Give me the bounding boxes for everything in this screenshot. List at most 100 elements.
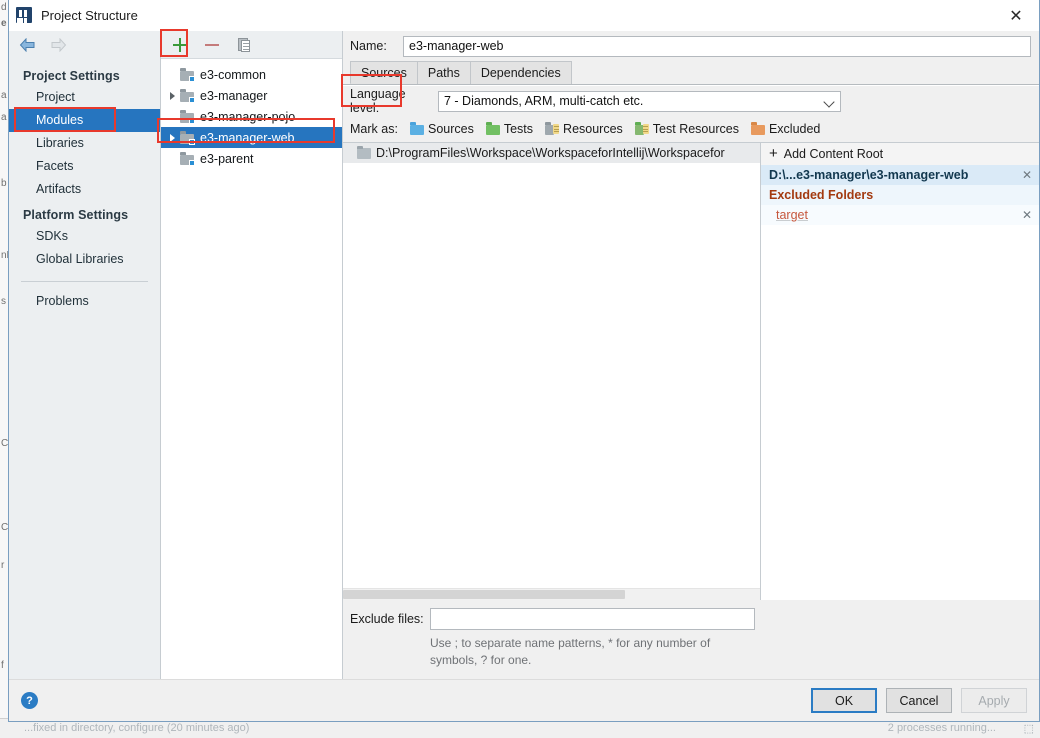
module-tabstrip: Sources Paths Dependencies [343,61,1039,85]
sidebar-item-global-libraries[interactable]: Global Libraries [9,248,160,271]
ide-status-left-text: ...fixed in directory, configure (20 min… [24,722,250,734]
dialog-titlebar: Project Structure ✕ [9,0,1039,31]
footer-button-group: OK Cancel Apply [811,688,1027,713]
dialog-title: Project Structure [41,7,138,23]
expand-arrow-icon [165,64,180,85]
module-folder-icon [180,152,195,166]
tree-row[interactable]: e3-parent [161,148,342,169]
sidebar-item-artifacts[interactable]: Artifacts [9,178,160,201]
expand-arrow-icon [165,148,180,169]
mark-as-test-resources-label: Test Resources [652,122,739,136]
module-tree-toolbar [161,31,342,59]
forward-arrow-icon [50,37,67,53]
mark-as-tests-label: Tests [503,122,534,136]
content-root-path-text: D:\ProgramFiles\Workspace\WorkspaceforIn… [376,146,725,160]
mark-as-test-resources-button[interactable]: Test Resources [634,122,739,136]
dialog-footer: ? OK Cancel Apply [9,679,1039,721]
content-root-entry-label: D:\...e3-manager\e3-manager-web [769,168,969,182]
mark-as-excluded-label: Excluded [768,122,821,136]
tree-row[interactable]: e3-manager [161,85,342,106]
tree-item-label: e3-manager-web [200,130,295,145]
module-name-label: Name: [350,39,387,53]
content-root-path-row[interactable]: D:\ProgramFiles\Workspace\WorkspaceforIn… [343,143,760,163]
sidebar-item-modules[interactable]: Modules [9,109,160,132]
add-content-root-button[interactable]: + Add Content Root [761,143,1039,165]
horizontal-scrollbar[interactable] [343,588,760,600]
test-resources-folder-icon [634,122,649,135]
mark-as-sources-label: Sources [428,122,474,136]
mark-as-sources-button[interactable]: Sources [410,122,474,136]
tree-row[interactable]: e3-common [161,64,342,85]
tree-row[interactable]: e3-manager-pojo [161,106,342,127]
cancel-button[interactable]: Cancel [886,688,952,713]
language-level-value: 7 - Diamonds, ARM, multi-catch etc. [444,94,644,108]
language-level-select[interactable]: 7 - Diamonds, ARM, multi-catch etc. [438,90,841,112]
plus-icon: + [769,145,778,162]
chevron-down-icon [823,95,835,108]
mark-as-resources-button[interactable]: Resources [545,122,623,136]
add-module-button[interactable] [170,35,190,55]
expand-arrow-icon[interactable] [165,85,180,106]
remove-excluded-folder-icon[interactable]: ✕ [1022,208,1032,222]
mark-as-tests-button[interactable]: Tests [485,122,534,136]
module-name-input[interactable] [403,35,1031,57]
content-roots-filler [761,225,1039,600]
mark-as-excluded-button[interactable]: Excluded [750,122,821,136]
content-root-entry[interactable]: D:\...e3-manager\e3-manager-web ✕ [761,165,1039,185]
sidebar-nav-arrows [9,31,160,59]
exclude-files-label: Exclude files: [350,612,424,626]
content-roots-area: D:\ProgramFiles\Workspace\WorkspaceforIn… [343,142,1039,600]
intellij-idea-icon [16,7,32,23]
exclude-files-row: Exclude files: [343,608,1039,630]
resources-folder-icon [545,122,560,135]
ide-status-right-text: 2 processes running... [887,722,996,734]
sidebar-list: Project Settings Project Modules Librari… [9,59,160,313]
mark-as-row: Mark as: Sources Tests Resources Test Re… [343,116,1039,142]
module-name-row: Name: [343,31,1039,61]
mark-as-resources-label: Resources [563,122,623,136]
expand-arrow-icon[interactable] [165,127,180,148]
sidebar-divider [21,281,148,282]
excluded-folders-header: Excluded Folders [761,185,1039,205]
ide-status-far-text: ⬚ [1023,723,1034,735]
remove-module-button[interactable] [202,35,222,55]
back-arrow-icon[interactable] [19,37,36,53]
tree-row-selected[interactable]: e3-manager-web [161,127,342,148]
module-detail-panel: Name: Sources Paths Dependencies Languag… [343,31,1039,679]
apply-button[interactable]: Apply [961,688,1027,713]
excluded-folder-item[interactable]: target ✕ [761,205,1039,225]
tab-sources[interactable]: Sources [350,61,418,84]
tests-folder-icon [485,122,500,135]
exclude-files-hint: Use ; to separate name patterns, * for a… [430,636,711,667]
language-level-row: Language level: 7 - Diamonds, ARM, multi… [343,86,1039,116]
module-folder-icon [180,68,195,82]
tab-paths[interactable]: Paths [416,61,471,84]
ok-button[interactable]: OK [811,688,877,713]
add-content-root-label: Add Content Root [783,147,884,161]
sidebar-item-libraries[interactable]: Libraries [9,132,160,155]
sources-folder-icon [410,122,424,135]
tab-dependencies[interactable]: Dependencies [469,61,572,84]
folder-icon [357,145,371,159]
excluded-folder-icon [750,122,765,135]
content-roots-sidebar: + Add Content Root D:\...e3-manager\e3-m… [760,143,1039,600]
expand-arrow-icon [165,106,180,127]
exclude-files-input[interactable] [430,608,755,630]
copy-module-button[interactable] [234,35,254,55]
sidebar-item-project[interactable]: Project [9,86,160,109]
remove-content-root-icon[interactable]: ✕ [1022,168,1032,182]
mark-as-label: Mark as: [350,122,398,136]
sidebar-item-facets[interactable]: Facets [9,155,160,178]
settings-sidebar: Project Settings Project Modules Librari… [9,31,161,679]
module-folder-icon [180,89,195,103]
scrollbar-thumb[interactable] [343,590,625,599]
tree-item-label: e3-parent [200,151,254,166]
sidebar-group-platform-settings: Platform Settings [23,208,129,222]
language-level-label: Language level: [350,87,406,115]
close-icon[interactable]: ✕ [993,0,1039,31]
help-button[interactable]: ? [21,692,38,709]
module-folder-icon [180,131,195,145]
sidebar-item-sdks[interactable]: SDKs [9,225,160,248]
sidebar-item-problems[interactable]: Problems [9,290,160,313]
source-roots-empty-area [343,163,760,588]
